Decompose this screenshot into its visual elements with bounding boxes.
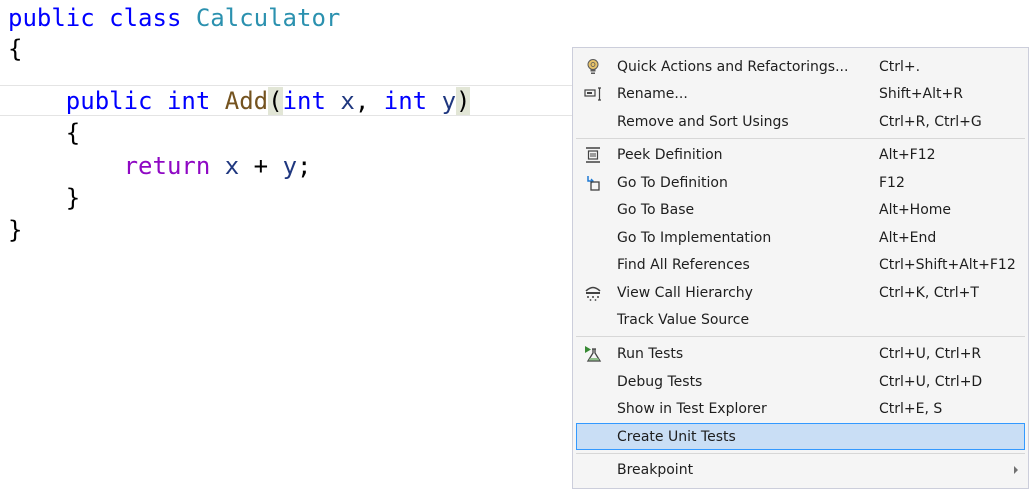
menu-item-label: Debug Tests [617,374,703,390]
method-open-brace: { [65,119,81,147]
menu-separator [576,138,1025,139]
keyword-return: return [123,152,211,180]
go-to-definition-icon [583,173,603,193]
menu-item-go-to-implementation[interactable]: Go To Implementation Alt+End [576,224,1025,251]
menu-item-debug-tests[interactable]: Debug Tests Ctrl+U, Ctrl+D [576,368,1025,395]
var-y: y [282,152,298,180]
menu-item-remove-sort-usings[interactable]: Remove and Sort Usings Ctrl+R, Ctrl+G [576,108,1025,135]
semicolon: ; [297,152,312,180]
menu-item-label: Find All References [617,257,750,273]
menu-separator [576,336,1025,337]
menu-item-peek-definition[interactable]: Peek Definition Alt+F12 [576,141,1025,168]
code-line-4[interactable]: { [8,117,80,149]
param1-type: int [282,87,326,115]
menu-item-show-in-test-explorer[interactable]: Show in Test Explorer Ctrl+E, S [576,395,1025,422]
menu-item-quick-actions[interactable]: Quick Actions and Refactorings... Ctrl+. [576,53,1025,80]
close-paren: ) [456,87,471,115]
method-name: Add [224,87,269,115]
menu-item-shortcut: Shift+Alt+R [879,86,963,102]
menu-item-shortcut: Ctrl+R, Ctrl+G [879,114,982,130]
menu-item-shortcut: Ctrl+U, Ctrl+R [879,346,982,362]
menu-item-shortcut: Ctrl+E, S [879,401,943,417]
code-line-3[interactable]: public int Add(int x, int y) [8,85,471,117]
menu-item-label: Run Tests [617,346,684,362]
menu-item-shortcut: Alt+Home [879,202,952,218]
menu-item-label: Show in Test Explorer [617,401,767,417]
code-line-2[interactable]: { [8,33,22,65]
submenu-arrow-icon [1014,466,1018,474]
keyword-public: public [65,87,153,115]
menu-item-view-call-hierarchy[interactable]: View Call Hierarchy Ctrl+K, Ctrl+T [576,279,1025,306]
keyword-public: public [8,4,95,32]
keyword-class: class [109,4,182,32]
menu-item-shortcut: Alt+F12 [879,147,936,163]
class-close-brace: } [8,216,23,244]
class-open-brace: { [8,35,23,63]
menu-item-label: Breakpoint [617,462,694,478]
open-paren: ( [268,87,283,115]
code-line-5[interactable]: return x + y; [8,150,312,182]
menu-item-go-to-definition[interactable]: Go To Definition F12 [576,169,1025,196]
menu-item-label: Go To Base [617,202,695,218]
call-hierarchy-icon [583,283,603,303]
class-name: Calculator [195,4,341,32]
menu-item-shortcut: Ctrl+U, Ctrl+D [879,374,983,390]
run-tests-icon [583,344,603,364]
param2-type: int [383,87,428,115]
rename-icon [583,84,603,104]
context-menu: Quick Actions and Refactorings... Ctrl+.… [572,47,1029,489]
menu-item-label: Go To Implementation [617,230,772,246]
menu-item-shortcut: Ctrl+K, Ctrl+T [879,285,979,301]
menu-item-label: View Call Hierarchy [617,285,753,301]
code-line-6[interactable]: } [8,182,80,214]
menu-item-label: Rename... [617,86,688,102]
menu-item-shortcut: Ctrl+Shift+Alt+F12 [879,257,1016,273]
lightbulb-icon [583,57,603,77]
menu-item-label: Remove and Sort Usings [617,114,789,130]
menu-item-run-tests[interactable]: Run Tests Ctrl+U, Ctrl+R [576,340,1025,367]
code-line-1[interactable]: public class Calculator [8,2,340,34]
menu-item-label: Track Value Source [617,312,750,328]
menu-item-track-value-source[interactable]: Track Value Source [576,306,1025,333]
param-comma: , [354,87,370,115]
menu-item-go-to-base[interactable]: Go To Base Alt+Home [576,196,1025,223]
menu-item-shortcut: F12 [879,175,905,191]
menu-item-find-all-references[interactable]: Find All References Ctrl+Shift+Alt+F12 [576,251,1025,278]
keyword-int: int [166,87,211,115]
menu-separator [576,453,1025,454]
code-line-7[interactable]: } [8,214,22,246]
menu-item-label: Create Unit Tests [617,429,736,445]
menu-item-breakpoint[interactable]: Breakpoint [576,456,1025,483]
menu-item-shortcut: Alt+End [879,230,937,246]
menu-item-shortcut: Ctrl+. [879,59,921,75]
menu-item-create-unit-tests[interactable]: Create Unit Tests [576,423,1025,450]
method-close-brace: } [65,184,81,212]
menu-item-rename[interactable]: Rename... Shift+Alt+R [576,80,1025,107]
param2-name: y [441,87,457,115]
var-x: x [224,152,240,180]
menu-item-label: Quick Actions and Refactorings... [617,59,849,75]
peek-definition-icon [583,145,603,165]
menu-item-label: Go To Definition [617,175,728,191]
plus-operator: + [253,152,269,180]
param1-name: x [340,87,355,115]
menu-item-label: Peek Definition [617,147,723,163]
